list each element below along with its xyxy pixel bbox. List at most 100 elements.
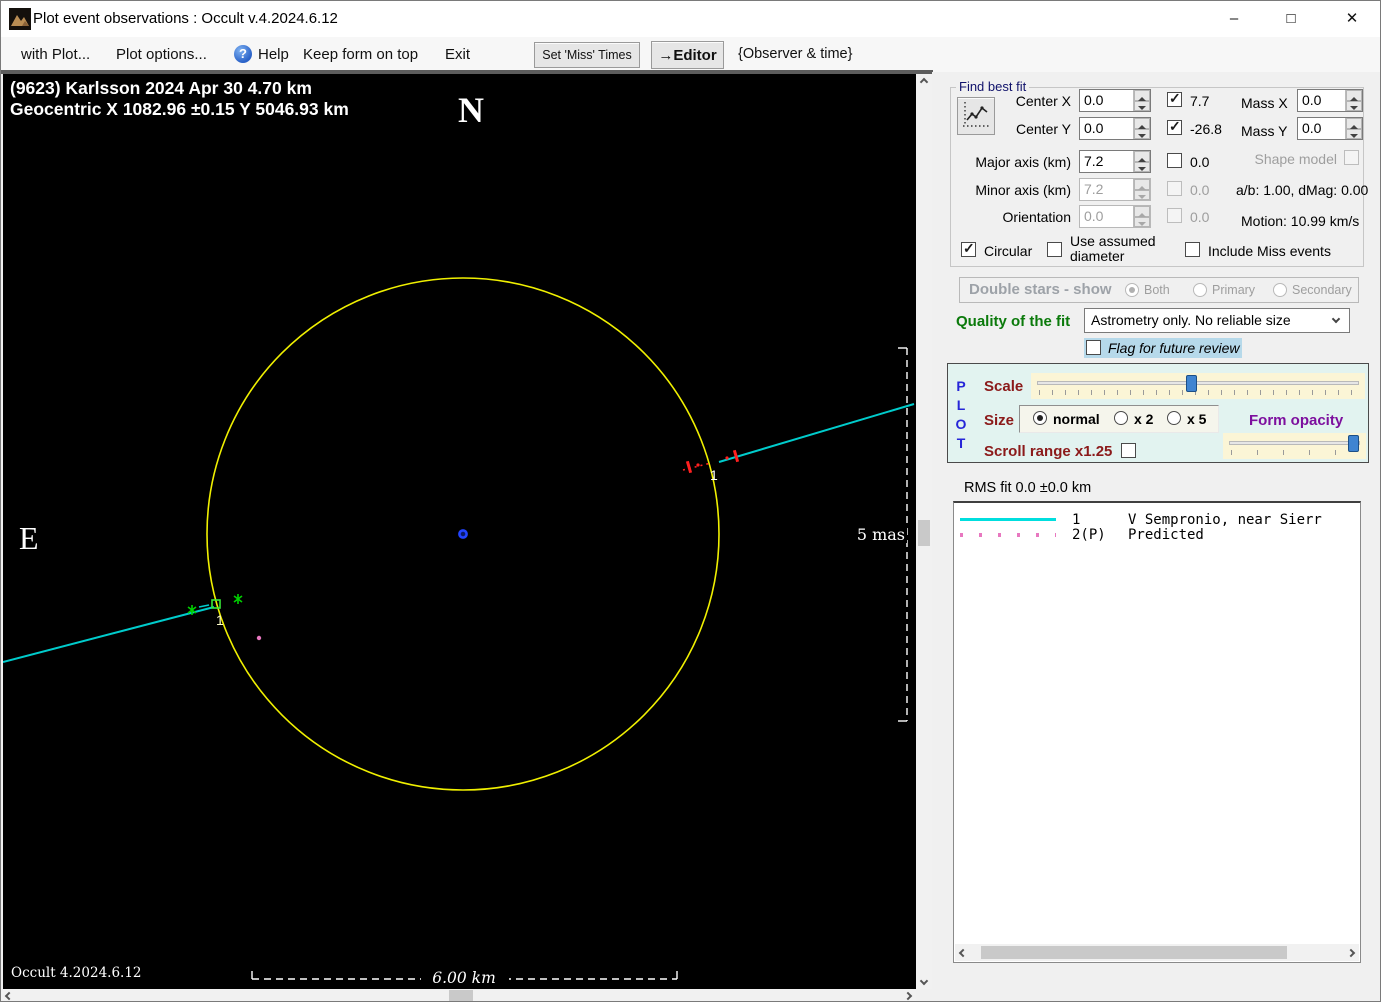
legend-list[interactable]: 1V Sempronio, near Sierr 2(P) Predicted [953,501,1361,963]
fit-y-value: -26.8 [1190,121,1222,137]
center-x-field[interactable]: 0.0 [1079,89,1151,112]
mass-x-label: Mass X [1241,95,1288,111]
double-stars-both-label: Both [1144,283,1170,297]
mass-y-up-icon[interactable] [1346,118,1362,129]
fit-orientation-checkbox [1167,208,1182,223]
legend-entry-2: 2(P) Predicted [1072,527,1204,543]
menu-plot-options[interactable]: Plot options... [116,46,207,63]
help-icon[interactable]: ? [234,45,252,63]
scale-slider-thumb[interactable] [1186,375,1197,392]
plot-header-line2: Geocentric X 1082.96 ±0.15 Y 5046.93 km [10,99,349,119]
legend-horizontal-scrollbar[interactable] [955,944,1359,961]
size-x5-radio[interactable] [1167,411,1181,425]
center-x-up-icon[interactable] [1134,90,1150,101]
legend-scroll-right-icon[interactable] [1343,944,1359,961]
mass-y-down-icon[interactable] [1346,128,1362,139]
center-x-down-icon[interactable] [1134,100,1150,111]
center-y-down-icon[interactable] [1134,128,1150,139]
chord1-left-label: 1 [216,612,224,628]
window-title: Plot event observations : Occult v.4.202… [33,10,338,27]
app-icon [9,8,31,30]
dropdown-chevron-icon [1331,314,1341,324]
center-y-label: Center Y [1016,121,1071,137]
scale-slider[interactable] [1031,373,1365,399]
size-x2-radio[interactable] [1114,411,1128,425]
plot-horizontal-scrollbar[interactable] [1,989,916,1001]
menu-help[interactable]: Help [258,46,289,63]
circular-label: Circular [984,243,1033,259]
circular-checkbox[interactable] [961,240,976,257]
center-y-up-icon[interactable] [1134,118,1150,129]
orientation-field: 0.0 [1079,205,1151,228]
set-miss-times-button[interactable]: Set 'Miss' Times [534,42,640,68]
fit-major-checkbox[interactable] [1167,153,1182,168]
scroll-range-label: Scroll range x1.25 [984,443,1113,460]
close-button[interactable]: ✕ [1335,7,1369,31]
major-axis-up-icon[interactable] [1134,151,1150,162]
mass-x-down-icon[interactable] [1346,100,1362,111]
vertical-scale-label: 5 mas [857,525,905,544]
form-opacity-label: Form opacity [1249,412,1344,429]
use-assumed-diameter-checkbox[interactable] [1047,242,1062,257]
menu-with-plot[interactable]: with Plot... [21,46,90,63]
center-y-field[interactable]: 0.0 [1079,117,1151,140]
scroll-range-checkbox[interactable] [1121,443,1136,458]
center-point [458,529,468,539]
size-label: Size [984,412,1015,429]
find-best-fit-title: Find best fit [956,79,1030,94]
double-stars-primary-label: Primary [1212,283,1256,297]
fit-x-value: 7.7 [1190,93,1210,109]
flag-review-checkbox[interactable] [1086,340,1101,355]
fit-y-checkbox[interactable] [1167,118,1182,135]
fit-minor-checkbox [1167,181,1182,196]
mass-x-up-icon[interactable] [1346,90,1362,101]
rms-fit-label: RMS fit 0.0 ±0.0 km [964,480,1092,496]
editor-button[interactable]: →Editor [651,41,724,69]
maximize-button[interactable]: □ [1274,7,1308,31]
double-stars-title: Double stars - show [969,281,1112,298]
legend-entry-1: 1V Sempronio, near Sierr [1072,512,1322,528]
plot-header-line1: (9623) Karlsson 2024 Apr 30 4.70 km [10,78,312,98]
size-normal-radio[interactable] [1033,411,1047,425]
fit-orientation-value: 0.0 [1190,209,1210,225]
legend-scroll-thumb[interactable] [981,946,1287,959]
scale-label: Scale [984,378,1024,395]
horizontal-scroll-thumb[interactable] [449,990,473,1001]
use-assumed-diameter-label: Use assumed diameter [1070,233,1156,264]
horizontal-scale-label: 6.00 km [432,969,496,987]
double-stars-secondary-radio [1273,283,1287,297]
size-x5-label: x 5 [1187,411,1207,427]
plot-vertical-scrollbar[interactable] [916,74,932,989]
form-opacity-slider-thumb[interactable] [1348,435,1359,452]
scroll-down-icon[interactable] [916,973,932,989]
fit-x-checkbox[interactable] [1167,90,1182,107]
mass-y-field[interactable]: 0.0 [1297,117,1363,140]
minimize-button[interactable]: – [1217,7,1251,31]
observer-time-label: {Observer & time} [738,46,853,62]
chord1-left-segment [3,606,215,663]
shape-model-label: Shape model [1254,151,1337,167]
mass-x-field[interactable]: 0.0 [1297,89,1363,112]
quality-dropdown[interactable]: Astrometry only. No reliable size [1084,308,1350,333]
form-opacity-slider[interactable] [1223,433,1366,459]
size-x2-label: x 2 [1134,411,1154,427]
north-label: N [458,90,484,130]
vertical-scroll-thumb[interactable] [918,520,930,546]
scroll-right-icon[interactable] [900,989,916,1001]
include-miss-events-checkbox[interactable] [1185,242,1200,257]
minor-axis-field: 7.2 [1079,178,1151,201]
menu-keep-on-top[interactable]: Keep form on top [303,46,418,63]
size-normal-label: normal [1053,411,1100,427]
scroll-up-icon[interactable] [916,74,932,90]
scroll-left-icon[interactable] [1,989,17,1001]
app-window: Plot event observations : Occult v.4.202… [0,0,1381,1002]
mass-y-label: Mass Y [1241,123,1288,139]
menu-bar: with Plot... Plot options... ? Help Keep… [1,37,1380,72]
menu-exit[interactable]: Exit [445,46,470,63]
double-stars-both-radio [1125,283,1139,297]
major-axis-field[interactable]: 7.2 [1079,150,1151,173]
major-axis-down-icon[interactable] [1134,161,1150,172]
east-label: E [19,520,39,556]
occultation-plot[interactable]: 1 1 (9623) Karlsson 2024 Apr 30 4.70 km … [3,74,916,989]
legend-scroll-left-icon[interactable] [955,944,971,961]
